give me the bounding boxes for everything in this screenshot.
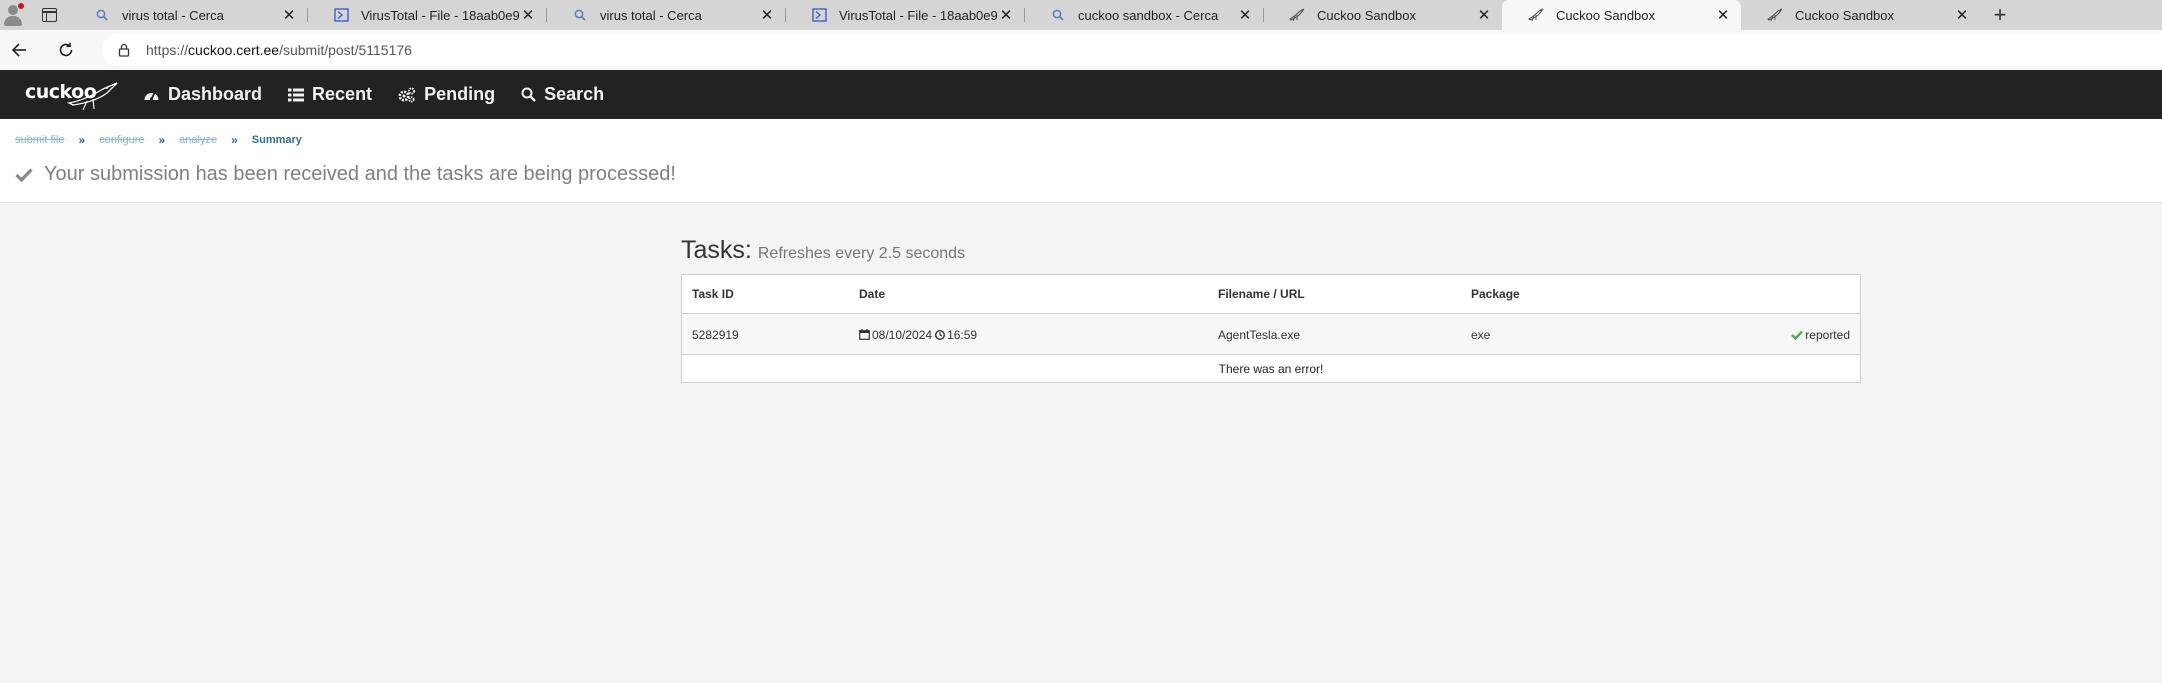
close-tab-icon[interactable]: ✕ xyxy=(281,7,297,24)
cuckoo-bird-icon xyxy=(1767,7,1783,23)
breadcrumb-separator: » xyxy=(231,133,238,147)
column-header-package: Package xyxy=(1471,287,1520,301)
url-path: /submit/post/5115176 xyxy=(279,42,412,58)
task-id-cell: 5282919 xyxy=(692,327,739,342)
browser-tab[interactable]: Cuckoo Sandbox ✕ xyxy=(1263,0,1502,30)
close-tab-icon[interactable]: ✕ xyxy=(759,7,775,24)
close-tab-icon[interactable]: ✕ xyxy=(1715,7,1731,24)
task-status-label: reported xyxy=(1805,327,1850,342)
tab-title: VirusTotal - File - 18aab0e981eec xyxy=(839,7,998,23)
tab-title: Cuckoo Sandbox xyxy=(1795,7,1895,23)
tab-actions-menu-icon[interactable] xyxy=(30,0,68,30)
address-bar: https://cuckoo.cert.ee/submit/post/51151… xyxy=(0,30,2162,70)
dashboard-gauge-icon xyxy=(143,88,160,102)
table-row[interactable]: 5282919 08/10/2024 16:59 AgentTesla.exe … xyxy=(682,314,1860,356)
task-date-cell: 08/10/2024 16:59 xyxy=(859,328,977,342)
close-tab-icon[interactable]: ✕ xyxy=(1954,7,1970,24)
nav-search-label: Search xyxy=(544,84,605,104)
browser-tab[interactable]: virus total - Cerca ✕ xyxy=(68,0,307,30)
cuckoo-logo[interactable]: cuckoo xyxy=(25,77,118,113)
cuckoo-bird-icon xyxy=(1528,7,1544,23)
main-navbar: cuckoo Dashboard Recent Pending Search xyxy=(0,70,2162,119)
task-time: 16:59 xyxy=(947,327,978,342)
breadcrumb-summary: Summary xyxy=(251,134,302,146)
close-tab-icon[interactable]: ✕ xyxy=(1476,7,1492,24)
breadcrumb-submit-file[interactable]: submit file xyxy=(15,134,65,146)
nav-pending[interactable]: Pending xyxy=(398,84,495,105)
column-header-task-id: Task ID xyxy=(692,287,734,301)
submission-header: submit file » configure » analyze » Summ… xyxy=(0,119,2162,203)
browser-tab[interactable]: VirusTotal - File - 18aab0e981eec ✕ xyxy=(307,0,546,30)
column-header-date: Date xyxy=(859,287,886,301)
search-icon xyxy=(521,87,536,102)
tasks-table: Task ID Date Filename / URL Package 5282… xyxy=(681,274,1861,357)
nav-dashboard-label: Dashboard xyxy=(168,84,263,104)
tasks-heading: Tasks: xyxy=(681,236,752,264)
task-date: 08/10/2024 xyxy=(872,327,933,342)
tasks-error-message: There was an error! xyxy=(681,354,1861,383)
cogs-icon xyxy=(398,86,416,103)
new-tab-button[interactable]: + xyxy=(1980,0,2020,30)
calendar-icon xyxy=(859,329,870,340)
lock-icon[interactable] xyxy=(118,43,130,57)
tab-title: VirusTotal - File - 18aab0e981eec xyxy=(361,7,520,23)
reload-icon[interactable] xyxy=(50,34,82,66)
browser-tab[interactable]: Cuckoo Sandbox ✕ xyxy=(1741,0,1980,30)
browser-tab[interactable]: virus total - Cerca ✕ xyxy=(546,0,785,30)
browser-tab-active[interactable]: Cuckoo Sandbox ✕ xyxy=(1502,0,1741,30)
url-field[interactable]: https://cuckoo.cert.ee/submit/post/51151… xyxy=(102,34,2162,66)
column-header-filename: Filename / URL xyxy=(1218,287,1305,301)
tab-title: virus total - Cerca xyxy=(600,7,702,23)
submission-received-text: Your submission has been received and th… xyxy=(44,163,676,185)
cuckoo-bird-logo-icon xyxy=(67,81,118,110)
profile-avatar-icon[interactable] xyxy=(0,0,30,30)
check-icon xyxy=(15,167,33,182)
back-icon[interactable] xyxy=(3,34,35,66)
search-icon xyxy=(94,7,110,23)
virustotal-icon xyxy=(811,7,827,23)
check-icon xyxy=(1791,330,1804,340)
task-package-cell: exe xyxy=(1471,327,1491,342)
close-tab-icon[interactable]: ✕ xyxy=(520,7,536,24)
list-icon xyxy=(288,88,305,102)
search-icon xyxy=(572,7,588,23)
breadcrumb-separator: » xyxy=(78,133,86,147)
virustotal-icon xyxy=(333,7,349,23)
tasks-refresh-note: Refreshes every 2.5 seconds xyxy=(757,245,966,262)
close-tab-icon[interactable]: ✕ xyxy=(998,7,1014,24)
search-icon xyxy=(1050,7,1066,23)
tab-title: Cuckoo Sandbox xyxy=(1556,7,1656,23)
nav-search[interactable]: Search xyxy=(521,84,604,105)
breadcrumb-configure[interactable]: configure xyxy=(99,134,144,146)
submission-received-message: Your submission has been received and th… xyxy=(15,163,676,186)
close-tab-icon[interactable]: ✕ xyxy=(1237,7,1253,24)
url-scheme: https:// xyxy=(146,42,189,58)
clock-icon xyxy=(935,329,946,340)
tab-title: virus total - Cerca xyxy=(122,7,224,23)
tab-title: cuckoo sandbox - Cerca xyxy=(1078,7,1219,23)
nav-recent-label: Recent xyxy=(312,84,373,104)
breadcrumb: submit file » configure » analyze » Summ… xyxy=(15,133,302,147)
task-filename-cell: AgentTesla.exe xyxy=(1218,327,1301,342)
cuckoo-bird-icon xyxy=(1289,7,1305,23)
nav-recent[interactable]: Recent xyxy=(288,84,372,105)
browser-tab-strip: virus total - Cerca ✕ VirusTotal - File … xyxy=(0,0,2162,30)
url-host: cuckoo.cert.ee xyxy=(188,42,280,58)
breadcrumb-separator: » xyxy=(158,133,166,147)
nav-pending-label: Pending xyxy=(424,84,496,104)
table-header-row: Task ID Date Filename / URL Package xyxy=(682,275,1860,314)
tasks-title: Tasks: Refreshes every 2.5 seconds xyxy=(681,236,965,265)
browser-tab[interactable]: cuckoo sandbox - Cerca ✕ xyxy=(1024,0,1263,30)
nav-dashboard[interactable]: Dashboard xyxy=(143,84,262,105)
browser-tab[interactable]: VirusTotal - File - 18aab0e981eec ✕ xyxy=(785,0,1024,30)
tab-title: Cuckoo Sandbox xyxy=(1317,7,1417,23)
breadcrumb-analyze[interactable]: analyze xyxy=(179,134,217,146)
task-status-cell: reported xyxy=(1791,328,1850,342)
